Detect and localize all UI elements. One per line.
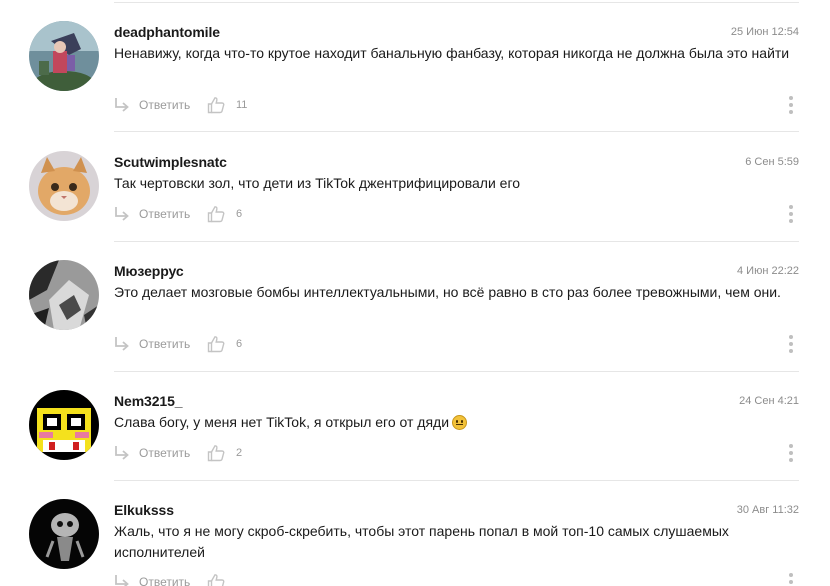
- reply-button[interactable]: Ответить: [112, 95, 190, 115]
- reply-button[interactable]: Ответить: [112, 572, 190, 586]
- comment-actions: Ответить: [112, 572, 802, 586]
- reply-arrow-icon: [115, 98, 129, 112]
- divider: [114, 2, 799, 3]
- like-button[interactable]: [207, 572, 236, 586]
- thumbs-up-icon: [207, 97, 225, 114]
- reply-label: Ответить: [139, 575, 191, 586]
- avatar[interactable]: [29, 21, 99, 91]
- divider: [114, 371, 799, 372]
- avatar[interactable]: [29, 151, 99, 221]
- more-vertical-icon[interactable]: [785, 205, 797, 223]
- comment-actions: Ответить 6: [112, 334, 802, 354]
- comment-timestamp: 6 Сен 5:59: [745, 156, 799, 168]
- avatar[interactable]: [29, 499, 99, 569]
- avatar[interactable]: [29, 390, 99, 460]
- comment-text: Слава богу, у меня нет TikTok, я открыл …: [114, 412, 794, 433]
- thumbs-up-icon: [207, 574, 225, 586]
- like-count: 6: [236, 338, 243, 350]
- comment-author[interactable]: Scutwimplesnatc: [114, 154, 227, 170]
- comment-text: Ненавижу, когда что-то крутое находит ба…: [114, 45, 790, 61]
- divider: [114, 480, 799, 481]
- thumbs-up-icon: [207, 445, 225, 462]
- comment-author[interactable]: Nem3215_: [114, 393, 183, 409]
- reply-arrow-icon: [115, 575, 129, 586]
- thumbs-up-icon: [207, 206, 225, 223]
- like-count: 11: [236, 99, 248, 111]
- like-button[interactable]: 6: [207, 334, 242, 354]
- avatar[interactable]: [29, 260, 99, 330]
- more-vertical-icon[interactable]: [785, 96, 797, 114]
- comment-actions: Ответить 11: [112, 95, 802, 115]
- reply-button[interactable]: Ответить: [112, 204, 190, 224]
- reply-label: Ответить: [139, 446, 191, 460]
- comment-text: Это делает мозговые бомбы интеллектуальн…: [114, 284, 781, 300]
- more-vertical-icon[interactable]: [785, 573, 797, 586]
- comment-actions: Ответить 2: [112, 443, 802, 463]
- comment-timestamp: 24 Сен 4:21: [739, 395, 799, 407]
- like-count: 2: [236, 447, 243, 459]
- comment-author[interactable]: Elkuksss: [114, 502, 174, 518]
- comment-author[interactable]: Мюзеррус: [114, 263, 184, 279]
- divider: [114, 241, 799, 242]
- reply-label: Ответить: [139, 337, 191, 351]
- comment-feed: deadphantomile 25 Июн 12:54 Ненавижу, ко…: [0, 0, 830, 586]
- slightly-smiling-face-icon: [452, 415, 468, 430]
- comment-text-content: Слава богу, у меня нет TikTok, я открыл …: [114, 414, 450, 430]
- more-vertical-icon[interactable]: [785, 335, 797, 353]
- like-button[interactable]: 11: [207, 95, 247, 115]
- reply-button[interactable]: Ответить: [112, 334, 190, 354]
- thumbs-up-icon: [207, 336, 225, 353]
- reply-label: Ответить: [139, 207, 191, 221]
- comment-text: Так чертовски зол, что дети из TikTok дж…: [114, 175, 521, 191]
- divider: [114, 131, 799, 132]
- reply-label: Ответить: [139, 98, 191, 112]
- like-button[interactable]: 6: [207, 204, 242, 224]
- more-vertical-icon[interactable]: [785, 444, 797, 462]
- comment-timestamp: 25 Июн 12:54: [730, 26, 799, 38]
- reply-arrow-icon: [115, 337, 129, 351]
- comment-timestamp: 30 Авг 11:32: [736, 504, 799, 516]
- reply-arrow-icon: [115, 207, 129, 221]
- like-button[interactable]: 2: [207, 443, 242, 463]
- reply-arrow-icon: [115, 446, 129, 460]
- like-count: 6: [236, 208, 243, 220]
- comment-timestamp: 4 Июн 22:22: [737, 265, 799, 277]
- comment-author[interactable]: deadphantomile: [114, 24, 220, 40]
- comment-actions: Ответить 6: [112, 204, 802, 224]
- reply-button[interactable]: Ответить: [112, 443, 190, 463]
- comment-text: Жаль, что я не могу скроб-скребить, чтоб…: [114, 523, 729, 560]
